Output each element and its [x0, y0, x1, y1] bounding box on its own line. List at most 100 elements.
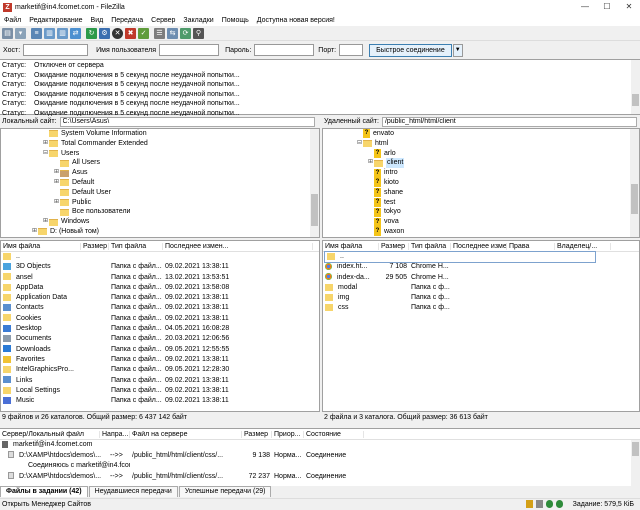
- log-scrollbar[interactable]: [631, 60, 640, 114]
- file-row[interactable]: Local Settings Папка с файл... 09.02.2021 …: [1, 386, 319, 396]
- site-manager-dropdown-icon[interactable]: ▾: [15, 27, 26, 39]
- tree-node[interactable]: ? test: [323, 197, 639, 208]
- expand-toggle-icon[interactable]: ⊟: [356, 139, 363, 149]
- col-modified[interactable]: Последнее изме...: [451, 242, 507, 250]
- queue-row[interactable]: Соединяюсь с marketif@in4.fcomet.com: [0, 461, 640, 472]
- close-window-button[interactable]: ✕: [618, 0, 640, 14]
- tree-node[interactable]: System Volume Information: [1, 129, 319, 139]
- port-input[interactable]: [339, 44, 364, 56]
- col-size[interactable]: Размер: [379, 242, 409, 250]
- site-manager-icon[interactable]: ▤: [2, 27, 13, 39]
- file-row[interactable]: img Папка с ф...: [323, 293, 639, 303]
- maximize-button[interactable]: ☐: [596, 0, 618, 14]
- menu-help[interactable]: Помощь: [218, 17, 253, 24]
- queue-row[interactable]: D:\XAMP\htdocs\demos\... -->>/public_html…: [0, 451, 640, 462]
- file-row[interactable]: Desktop Папка с файл... 04.05.2021 16:08:2…: [1, 324, 319, 334]
- file-row[interactable]: ..: [1, 252, 319, 262]
- tree-node[interactable]: ⊞ Public: [1, 198, 319, 208]
- minimize-button[interactable]: —: [574, 0, 596, 14]
- col-filename[interactable]: Имя файла: [323, 242, 379, 250]
- file-row[interactable]: AppData Папка с файл... 09.02.2021 13:58:0…: [1, 283, 319, 293]
- expand-toggle-icon[interactable]: ⊞: [42, 217, 49, 227]
- filter-icon[interactable]: ☰: [154, 27, 165, 39]
- expand-toggle-icon[interactable]: ⊞: [53, 168, 60, 178]
- tree-node[interactable]: ? tokyo: [323, 207, 639, 217]
- file-row[interactable]: index-da... 29 505 Chrome H...: [323, 273, 639, 283]
- file-row[interactable]: IntelGraphicsPro... Папка с файл... 09.05.…: [1, 365, 319, 375]
- tree-node[interactable]: All Users: [1, 158, 319, 168]
- tree-node[interactable]: ? intro: [323, 168, 639, 178]
- file-row[interactable]: Contacts Папка с файл... 09.02.2021 13:38:…: [1, 303, 319, 313]
- file-row[interactable]: index.ht... 7 108 Chrome H...: [323, 262, 639, 272]
- menu-new-version[interactable]: Доступна новая версия!: [253, 17, 339, 24]
- file-row[interactable]: Application Data Папка с файл... 09.02.202…: [1, 293, 319, 303]
- col-server-local[interactable]: Сервер/Локальный файл: [0, 430, 100, 438]
- expand-toggle-icon[interactable]: ⊞: [31, 227, 38, 237]
- col-filetype[interactable]: Тип файла: [409, 242, 451, 250]
- local-path-input[interactable]: [59, 116, 315, 127]
- password-input[interactable]: [254, 44, 315, 56]
- file-row[interactable]: Cookies Папка с файл... 09.02.2021 13:38:1…: [1, 314, 319, 324]
- queue-row[interactable]: marketif@in4.fcomet.com: [0, 440, 640, 451]
- expand-toggle-icon[interactable]: ⊞: [53, 178, 60, 188]
- remote-tree-scrollbar[interactable]: [630, 129, 639, 237]
- file-row[interactable]: css Папка с ф...: [323, 303, 639, 313]
- file-row[interactable]: Downloads Папка с файл... 09.05.2021 12:55…: [1, 345, 319, 355]
- tree-node[interactable]: ? vova: [323, 217, 639, 227]
- menu-bookmarks[interactable]: Закладки: [179, 17, 217, 24]
- tree-node[interactable]: Default User: [1, 188, 319, 198]
- expand-toggle-icon[interactable]: ⊞: [367, 158, 374, 168]
- remote-path-input[interactable]: [381, 116, 637, 127]
- sync-browsing-icon[interactable]: ⟳: [180, 27, 191, 39]
- menu-view[interactable]: Вид: [87, 17, 108, 24]
- tree-node[interactable]: ⊞ Total Commander Extended: [1, 139, 319, 149]
- expand-toggle-icon[interactable]: ⊞: [42, 139, 49, 149]
- tree-node[interactable]: ⊞ D: (Новый том): [1, 227, 319, 237]
- tree-node[interactable]: ? arlo: [323, 148, 639, 159]
- tree-node[interactable]: ? envato: [323, 129, 639, 139]
- col-state[interactable]: Состояние: [304, 430, 364, 438]
- menu-file[interactable]: Файл: [0, 17, 25, 24]
- toggle-queue-icon[interactable]: ⇄: [70, 27, 81, 39]
- file-row[interactable]: Links Папка с файл... 09.02.2021 13:38:11: [1, 376, 319, 386]
- compare-directories-icon[interactable]: ⇆: [167, 27, 178, 39]
- queue-scrollbar[interactable]: [631, 440, 640, 486]
- file-row[interactable]: ..: [324, 250, 596, 264]
- col-filetype[interactable]: Тип файла: [109, 242, 163, 250]
- tree-node[interactable]: Все пользователи: [1, 207, 319, 217]
- tree-node[interactable]: ? waxon: [323, 227, 639, 237]
- menu-transfer[interactable]: Передача: [107, 17, 147, 24]
- col-direction[interactable]: Напра...: [100, 430, 130, 438]
- file-row[interactable]: Documents Папка с файл... 20.03.2021 12:06…: [1, 334, 319, 344]
- tab-failed-transfers[interactable]: Неудавшиеся передачи: [88, 486, 178, 497]
- username-input[interactable]: [159, 44, 220, 56]
- disconnect-icon[interactable]: ✖: [125, 27, 136, 39]
- col-owner[interactable]: Владелец/...: [555, 242, 611, 250]
- file-row[interactable]: Favorites Папка с файл... 09.02.2021 13:38…: [1, 355, 319, 365]
- tree-node[interactable]: ⊞ Asus: [1, 168, 319, 178]
- file-row[interactable]: 3D Objects Папка с файл... 09.02.2021 13:3…: [1, 262, 319, 272]
- cancel-operation-icon[interactable]: ✕: [112, 27, 123, 39]
- tree-node[interactable]: ? shane: [323, 188, 639, 198]
- tree-node[interactable]: ⊞ Windows: [1, 217, 319, 227]
- tree-node[interactable]: ? kioto: [323, 178, 639, 188]
- reconnect-icon[interactable]: ✓: [138, 27, 149, 39]
- search-binoculars-icon[interactable]: ⚲: [193, 27, 204, 39]
- local-tree-scrollbar[interactable]: [310, 129, 319, 237]
- quickconnect-history-dropdown[interactable]: ▼: [452, 43, 463, 57]
- quickconnect-button[interactable]: Быстрое соединение: [369, 43, 452, 57]
- process-queue-icon[interactable]: ⚙: [99, 27, 110, 39]
- tab-successful-transfers[interactable]: Успешные передачи (29): [178, 486, 272, 497]
- tree-node[interactable]: ⊟ Users: [1, 149, 319, 159]
- toggle-log-icon[interactable]: ≡: [31, 27, 42, 39]
- tree-node[interactable]: ⊞ client: [323, 158, 639, 169]
- tab-queued-files[interactable]: Файлы в задании (42): [0, 486, 88, 497]
- file-row[interactable]: ansel Папка с файл... 13.02.2021 13:53:51: [1, 273, 319, 283]
- col-remote-file[interactable]: Файл на сервере: [130, 430, 242, 438]
- file-row[interactable]: modal Папка с ф...: [323, 283, 639, 293]
- toggle-remote-tree-icon[interactable]: ▥: [57, 27, 68, 39]
- tree-node[interactable]: ⊟ html: [323, 139, 639, 149]
- expand-toggle-icon[interactable]: ⊞: [53, 198, 60, 208]
- toggle-local-tree-icon[interactable]: ▥: [44, 27, 55, 39]
- col-size[interactable]: Размер: [81, 242, 109, 250]
